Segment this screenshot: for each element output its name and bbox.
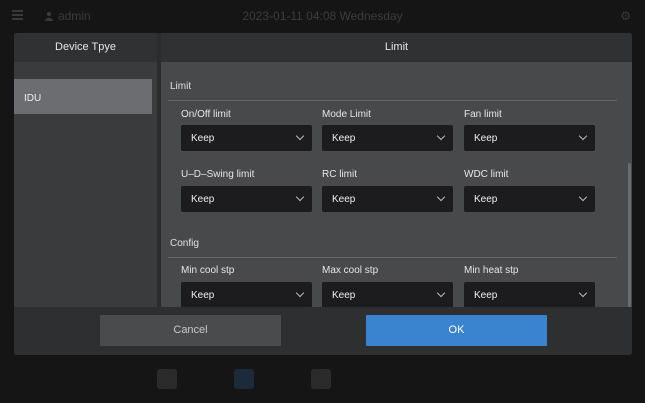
dialog-footer: Cancel OK	[14, 307, 632, 355]
min-heat-stp-select[interactable]: Keep	[464, 282, 595, 308]
rc-limit-select[interactable]: Keep	[322, 186, 453, 212]
max-cool-stp-value: Keep	[332, 290, 356, 301]
min-cool-stp-label: Min cool stp	[181, 265, 235, 276]
ud-swing-limit-label: U–D–Swing limit	[181, 169, 255, 180]
cancel-button[interactable]: Cancel	[100, 315, 281, 346]
min-cool-stp-value: Keep	[191, 290, 215, 301]
limit-dialog: Device Tpye IDU Limit Limit On/Off limit…	[14, 33, 632, 355]
min-cool-stp-select[interactable]: Keep	[181, 282, 312, 308]
device-type-panel: Device Tpye IDU	[14, 33, 157, 307]
wdc-limit-select[interactable]: Keep	[464, 186, 595, 212]
datetime: 2023-01-11 04:08 Wednesday	[242, 9, 403, 23]
ud-swing-limit-value: Keep	[191, 194, 215, 205]
fan-limit-value: Keep	[474, 133, 498, 144]
section-divider	[168, 100, 617, 101]
rc-limit-value: Keep	[332, 194, 356, 205]
chevron-down-icon	[436, 192, 446, 202]
calendar-icon	[311, 369, 331, 389]
bottom-nav	[0, 360, 645, 403]
gear-icon: ⚙	[620, 9, 631, 23]
settings-panel: Limit Limit On/Off limit Keep Mode Limit…	[161, 33, 632, 308]
chevron-down-icon	[578, 288, 588, 298]
config-section-title: Config	[170, 238, 199, 249]
onoff-limit-select[interactable]: Keep	[181, 125, 312, 151]
max-cool-stp-select[interactable]: Keep	[322, 282, 453, 308]
top-bar: admin 2023-01-11 04:08 Wednesday ⚙	[0, 0, 645, 32]
chevron-down-icon	[295, 288, 305, 298]
ok-button[interactable]: OK	[366, 315, 547, 346]
device-type-item-idu[interactable]: IDU	[14, 79, 152, 114]
device-type-header: Device Tpye	[14, 33, 157, 62]
fan-limit-label: Fan limit	[464, 109, 502, 120]
mode-limit-value: Keep	[332, 133, 356, 144]
fan-limit-select[interactable]: Keep	[464, 125, 595, 151]
mode-limit-select[interactable]: Keep	[322, 125, 453, 151]
limit-section-title: Limit	[170, 81, 192, 92]
section-divider	[168, 257, 617, 258]
min-heat-stp-label: Min heat stp	[464, 265, 519, 276]
chevron-down-icon	[295, 192, 305, 202]
ud-swing-limit-select[interactable]: Keep	[181, 186, 312, 212]
chevron-down-icon	[436, 131, 446, 141]
scrollbar[interactable]	[628, 163, 631, 307]
onoff-limit-label: On/Off limit	[181, 109, 231, 120]
settings-header: Limit	[161, 33, 632, 62]
rc-limit-label: RC limit	[322, 169, 357, 180]
max-cool-stp-label: Max cool stp	[322, 265, 379, 276]
min-heat-stp-value: Keep	[474, 290, 498, 301]
onoff-limit-value: Keep	[191, 133, 215, 144]
chevron-down-icon	[578, 192, 588, 202]
mode-limit-label: Mode Limit	[322, 109, 371, 120]
wdc-limit-label: WDC limit	[464, 169, 509, 180]
cube-icon	[157, 369, 177, 389]
wdc-limit-value: Keep	[474, 194, 498, 205]
chevron-down-icon	[578, 131, 588, 141]
chevron-down-icon	[295, 131, 305, 141]
grid-icon	[234, 369, 254, 389]
chevron-down-icon	[436, 288, 446, 298]
